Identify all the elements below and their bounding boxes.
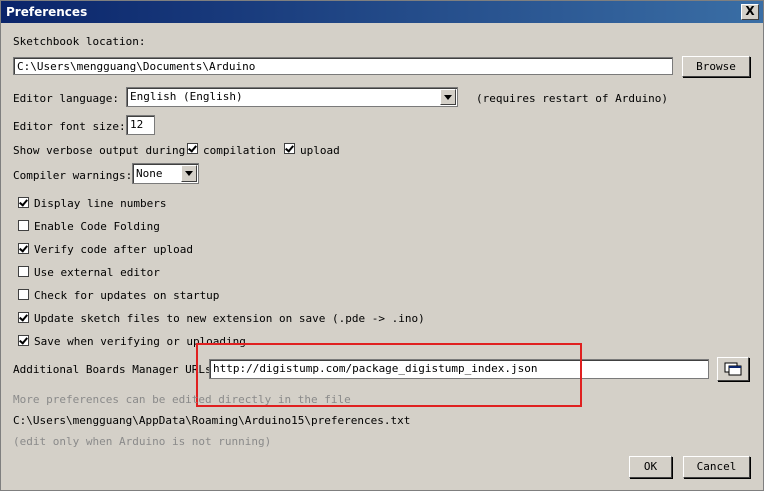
verify-after-upload-label: Verify code after upload	[34, 243, 193, 256]
editor-language-label: Editor language:	[13, 92, 119, 105]
font-size-label: Editor font size:	[13, 120, 126, 133]
editor-language-value: English (English)	[130, 90, 243, 103]
enable-code-folding-checkbox[interactable]	[18, 220, 29, 231]
preferences-file-path: C:\Users\mengguang\AppData\Roaming\Ardui…	[13, 414, 411, 427]
boards-manager-urls-label: Additional Boards Manager URLs	[13, 363, 212, 376]
ok-button[interactable]: OK	[629, 456, 672, 478]
browse-button[interactable]: Browse	[682, 56, 750, 77]
font-size-input[interactable]: 12	[126, 115, 155, 135]
compilation-checkbox[interactable]	[187, 143, 198, 154]
window-title: Preferences	[6, 5, 88, 19]
chevron-down-icon[interactable]	[181, 165, 197, 182]
preferences-window: Preferences X Sketchbook location: C:\Us…	[0, 0, 764, 491]
compiler-warnings-label: Compiler warnings:	[13, 169, 133, 182]
verify-after-upload-checkbox[interactable]	[18, 243, 29, 254]
sketchbook-path-input[interactable]: C:\Users\mengguang\Documents\Arduino	[13, 57, 673, 75]
verbose-output-label: Show verbose output during:	[13, 144, 192, 157]
upload-checkbox[interactable]	[284, 143, 295, 154]
compiler-warnings-value: None	[136, 167, 163, 180]
restart-note: (requires restart of Arduino)	[476, 92, 669, 105]
chevron-down-icon[interactable]	[440, 89, 456, 105]
cancel-button[interactable]: Cancel	[683, 456, 750, 478]
update-extension-label: Update sketch files to new extension on …	[34, 312, 425, 325]
enable-code-folding-label: Enable Code Folding	[34, 220, 160, 233]
window-list-icon	[724, 362, 742, 376]
title-bar: Preferences X	[1, 1, 763, 23]
compiler-warnings-select[interactable]: None	[132, 163, 199, 184]
external-editor-label: Use external editor	[34, 266, 160, 279]
external-editor-checkbox[interactable]	[18, 266, 29, 277]
check-updates-label: Check for updates on startup	[34, 289, 220, 302]
edit-warning-note: (edit only when Arduino is not running)	[13, 435, 272, 448]
save-on-verify-checkbox[interactable]	[18, 335, 29, 346]
sketchbook-label: Sketchbook location:	[13, 35, 146, 48]
display-line-numbers-label: Display line numbers	[34, 197, 167, 210]
upload-label: upload	[300, 144, 340, 157]
compilation-label: compilation	[203, 144, 276, 157]
more-preferences-note: More preferences can be edited directly …	[13, 393, 351, 406]
check-updates-checkbox[interactable]	[18, 289, 29, 300]
close-button[interactable]: X	[741, 4, 759, 20]
display-line-numbers-checkbox[interactable]	[18, 197, 29, 208]
update-extension-checkbox[interactable]	[18, 312, 29, 323]
edit-urls-button[interactable]	[717, 357, 749, 381]
editor-language-select[interactable]: English (English)	[126, 87, 458, 107]
